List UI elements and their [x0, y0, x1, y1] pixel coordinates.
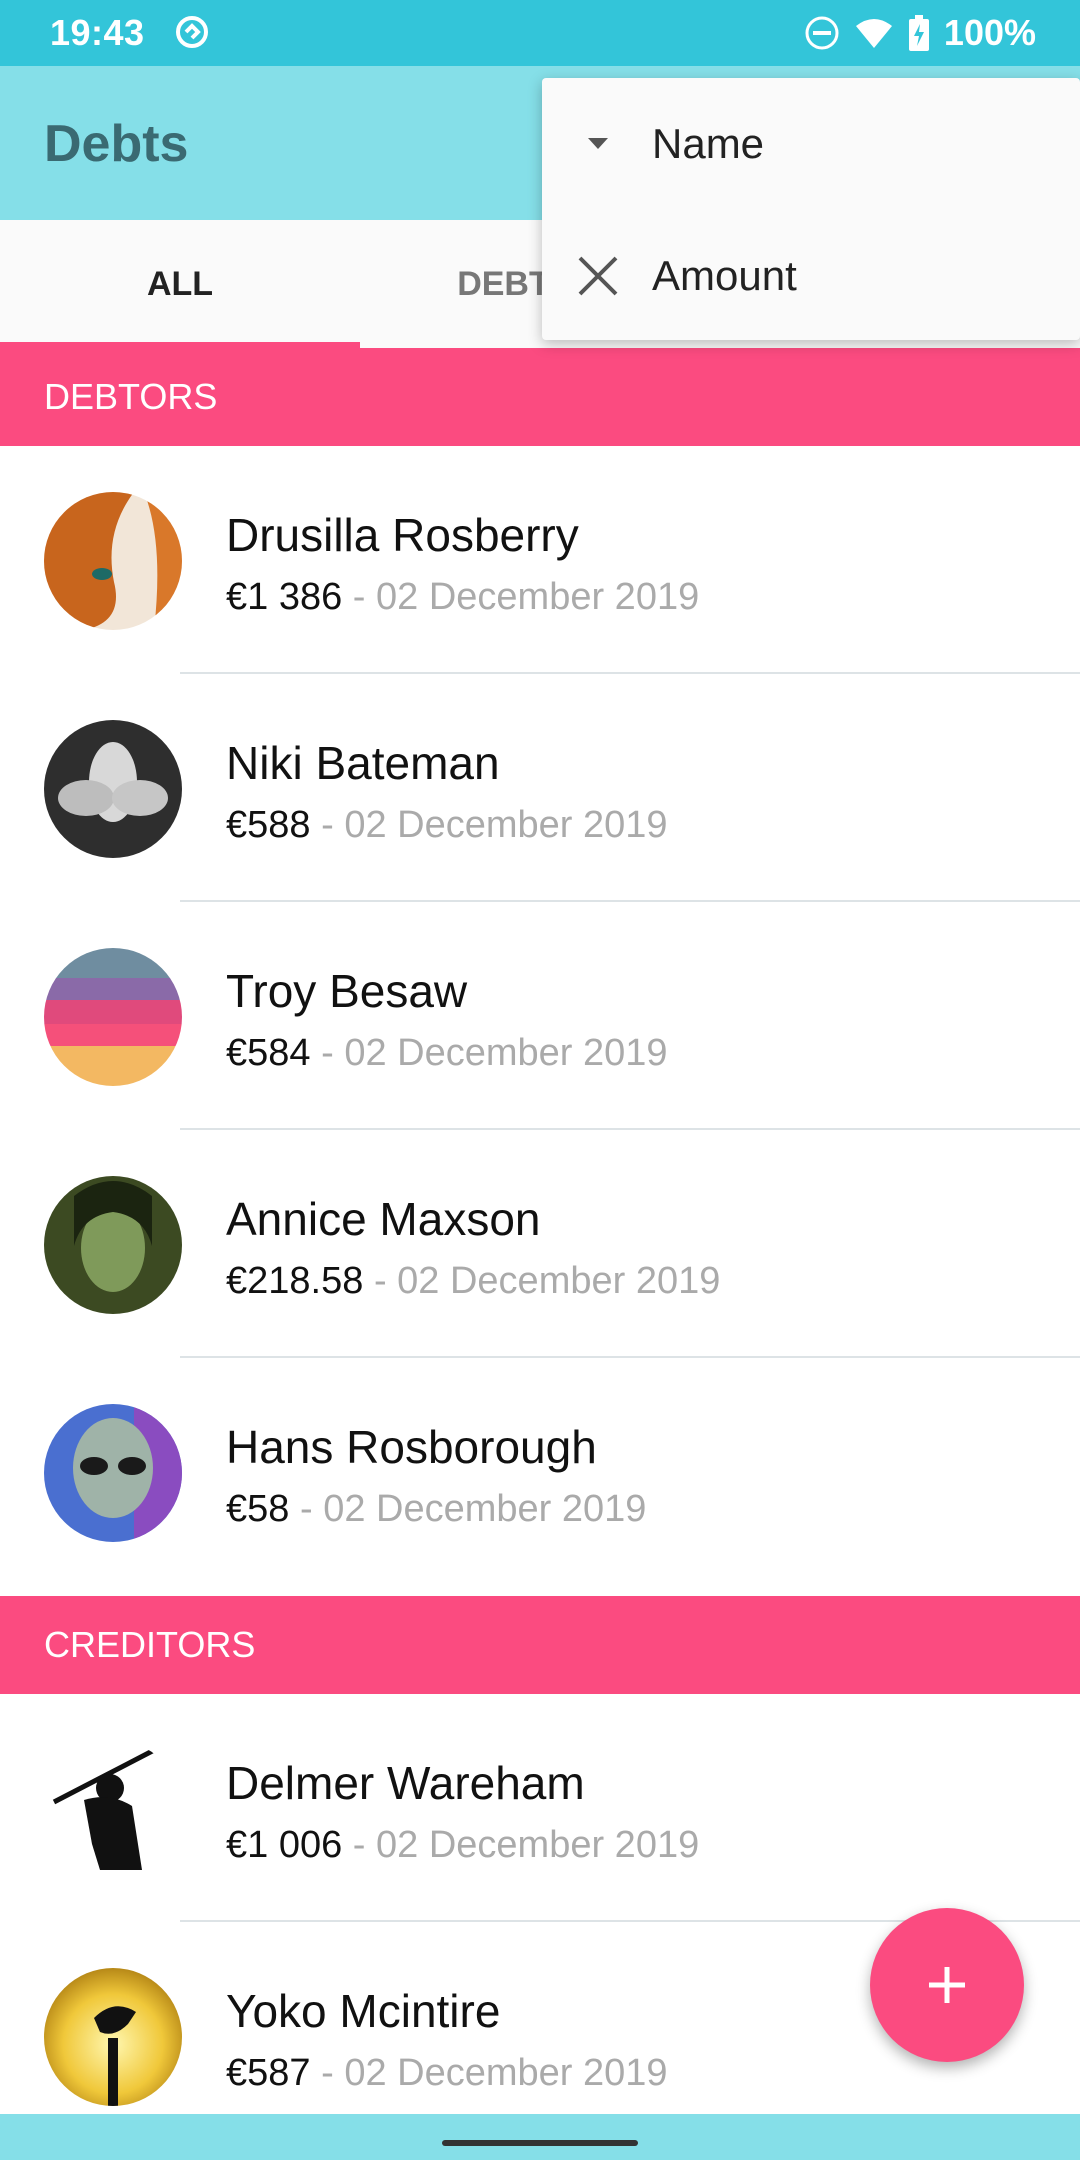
- separator: -: [299, 1488, 313, 1530]
- battery-charging-icon: [908, 15, 929, 51]
- bird-silhouette-avatar: [44, 1968, 182, 2106]
- alien-avatar: [44, 1404, 182, 1542]
- section-header-creditors: CREDITORS: [0, 1596, 1080, 1694]
- debt-amount: €1 006: [226, 1824, 343, 1866]
- avatar: [44, 492, 182, 630]
- section-title: DEBTORS: [44, 376, 218, 417]
- debtor-name: Hans Rosborough: [226, 1421, 597, 1473]
- debtor-name: Drusilla Rosberry: [226, 509, 579, 561]
- section-header-debtors: DEBTORS: [0, 348, 1080, 446]
- app-notification-icon: [176, 16, 208, 48]
- plus-icon: [929, 1967, 965, 2003]
- caret-down-icon: [588, 138, 608, 149]
- debt-details: €58 - 02 December 2019: [226, 1488, 646, 1531]
- avatar: [44, 1404, 182, 1542]
- separator: -: [321, 804, 334, 846]
- avatar: [44, 1740, 182, 1878]
- creditor-name: Yoko Mcintire: [226, 1985, 501, 2037]
- sort-menu: Name Amount: [542, 78, 1080, 340]
- debt-amount: €58: [226, 1488, 290, 1530]
- do-not-disturb-icon: [805, 16, 839, 50]
- debt-date: 02 December 2019: [376, 1824, 700, 1866]
- wifi-icon: [855, 19, 892, 48]
- debt-amount: €587: [226, 2052, 311, 2094]
- tab-all-label: ALL: [146, 264, 214, 303]
- red-haired-woman-avatar: [44, 492, 182, 630]
- debt-date: 02 December 2019: [344, 2052, 668, 2094]
- debt-date: 02 December 2019: [344, 804, 668, 846]
- sort-by-amount-label: Amount: [652, 252, 797, 299]
- debt-date: 02 December 2019: [376, 576, 700, 618]
- debt-date: 02 December 2019: [397, 1260, 721, 1302]
- status-time: 19:43: [50, 12, 145, 53]
- debt-amount: €584: [226, 1032, 311, 1074]
- debt-details: €1 386 - 02 December 2019: [226, 576, 699, 619]
- debtor-name: Troy Besaw: [226, 965, 468, 1017]
- add-debt-button[interactable]: [870, 1908, 1024, 2062]
- avatar: [44, 720, 182, 858]
- avatar: [44, 1968, 182, 2106]
- avatar: [44, 1176, 182, 1314]
- separator: -: [373, 1260, 387, 1302]
- debt-amount: €218.58: [226, 1260, 364, 1302]
- debt-details: €218.58 - 02 December 2019: [226, 1260, 720, 1303]
- sort-by-name-label: Name: [652, 120, 765, 167]
- debt-amount: €588: [226, 804, 311, 846]
- tab-all[interactable]: ALL: [0, 220, 360, 348]
- list-item[interactable]: Troy Besaw €584 - 02 December 2019: [0, 902, 1080, 1130]
- debt-date: 02 December 2019: [323, 1488, 647, 1530]
- sort-by-amount-item[interactable]: Amount: [542, 210, 1080, 342]
- samurai-silhouette-avatar: [44, 1740, 182, 1878]
- section-title: CREDITORS: [44, 1624, 256, 1665]
- navigation-bar: [0, 2114, 1080, 2160]
- avatar: [44, 948, 182, 1086]
- separator: -: [352, 1824, 366, 1866]
- list-item[interactable]: Hans Rosborough €58 - 02 December 2019: [0, 1358, 1080, 1586]
- list-item[interactable]: Annice Maxson €218.58 - 02 December 2019: [0, 1130, 1080, 1358]
- list-item[interactable]: Drusilla Rosberry €1 386 - 02 December 2…: [0, 446, 1080, 674]
- debt-details: €587 - 02 December 2019: [226, 2052, 668, 2095]
- debtor-name: Annice Maxson: [226, 1193, 541, 1245]
- debt-details: €1 006 - 02 December 2019: [226, 1824, 699, 1867]
- separator: -: [321, 2052, 334, 2094]
- debt-date: 02 December 2019: [344, 1032, 668, 1074]
- list-item[interactable]: Niki Bateman €588 - 02 December 2019: [0, 674, 1080, 902]
- page-title: Debts: [44, 115, 189, 173]
- separator: -: [321, 1032, 334, 1074]
- debt-amount: €1 386: [226, 576, 343, 618]
- debt-details: €584 - 02 December 2019: [226, 1032, 668, 1075]
- battery-percentage: 100%: [943, 12, 1036, 53]
- green-woman-avatar: [44, 1176, 182, 1314]
- close-icon: [578, 256, 618, 296]
- debt-details: €588 - 02 December 2019: [226, 804, 668, 847]
- white-flower-avatar: [44, 720, 182, 858]
- creditor-name: Delmer Wareham: [226, 1757, 585, 1809]
- list-item[interactable]: Delmer Wareham €1 006 - 02 December 2019: [0, 1694, 1080, 1922]
- home-gesture-handle[interactable]: [442, 2140, 638, 2146]
- status-bar: 19:43 100%: [0, 0, 1080, 66]
- debtor-name: Niki Bateman: [226, 737, 500, 789]
- separator: -: [352, 576, 366, 618]
- sunset-stripes-avatar: [44, 948, 182, 1086]
- sort-by-name-item[interactable]: Name: [542, 78, 1080, 210]
